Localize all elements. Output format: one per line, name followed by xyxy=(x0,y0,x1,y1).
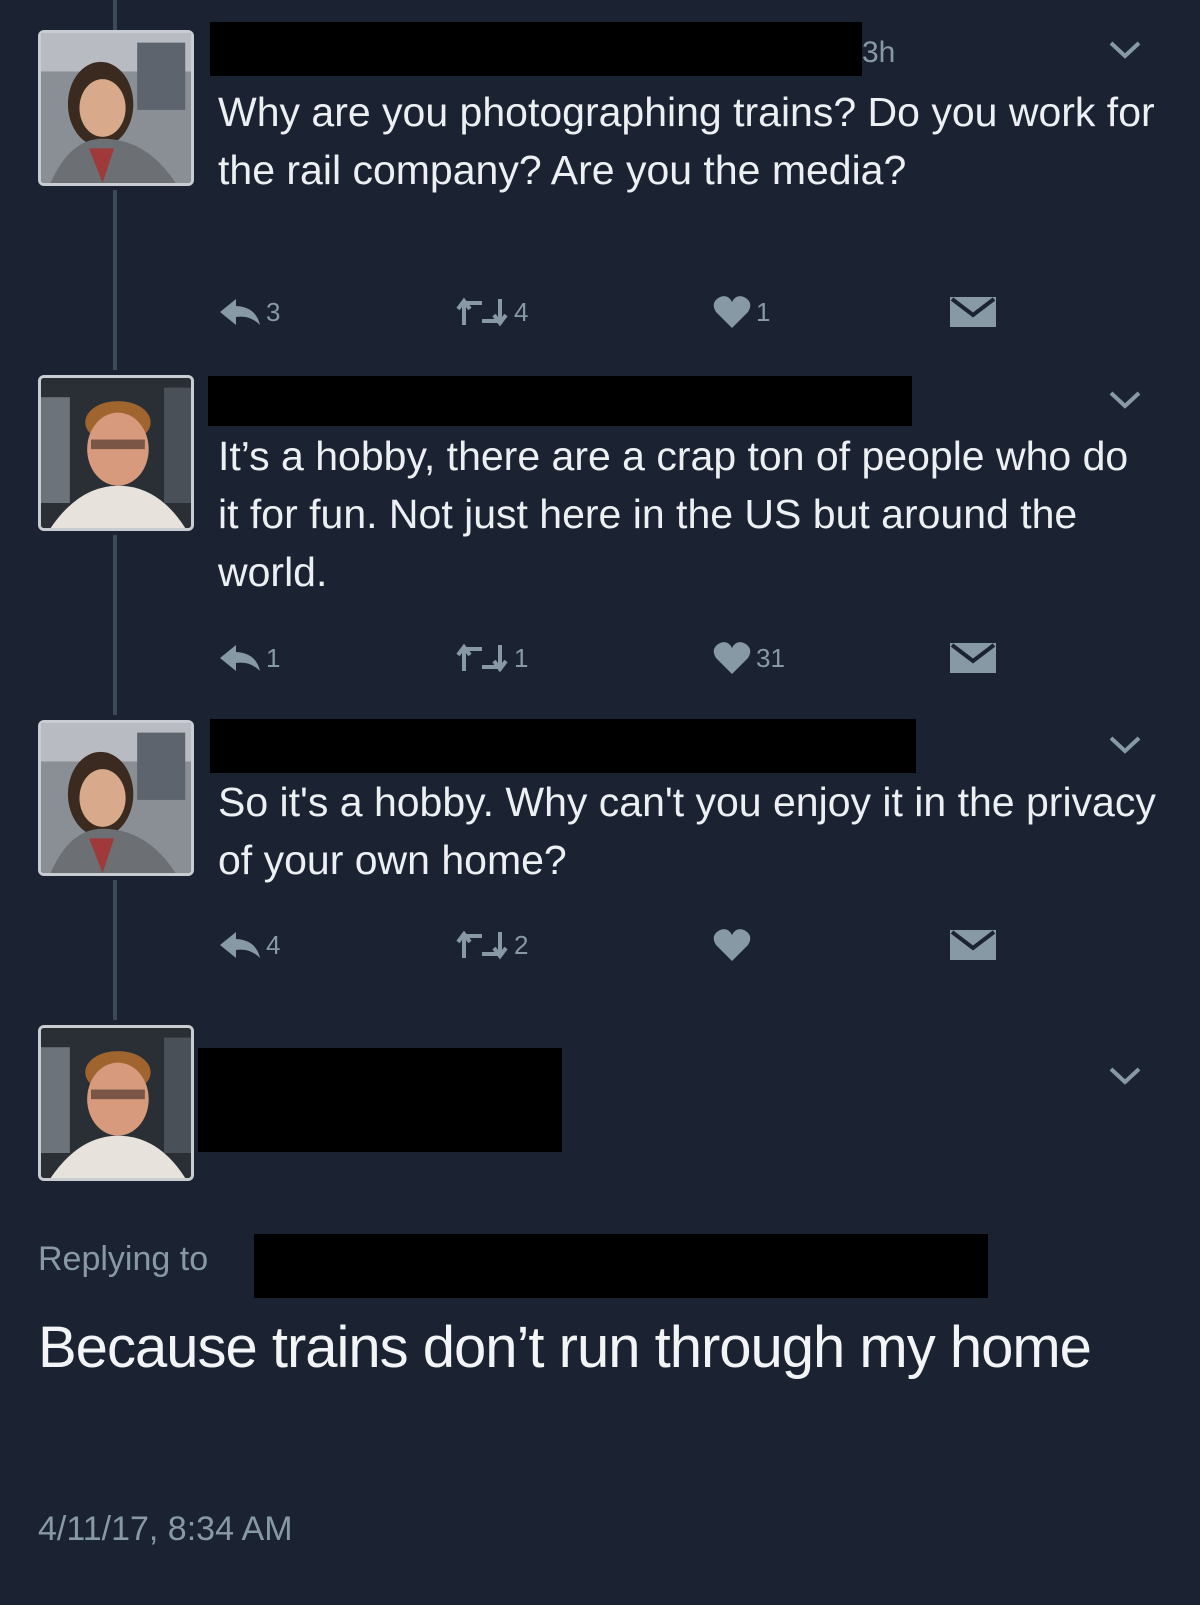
tweet-timestamp: 4/11/17, 8:34 AM xyxy=(38,1510,293,1548)
message-button[interactable] xyxy=(948,292,998,332)
reply-button[interactable]: 1 xyxy=(218,638,280,678)
message-icon xyxy=(950,930,996,960)
reply-button[interactable]: 4 xyxy=(218,925,280,965)
tweet[interactable]: 3h Why are you photographing trains? Do … xyxy=(0,0,1200,360)
tweet-text: So it's a hobby. Why can't you enjoy it … xyxy=(218,779,1156,883)
reply-icon xyxy=(220,645,260,671)
tweet-text: Why are you photographing trains? Do you… xyxy=(218,89,1155,193)
like-count: 31 xyxy=(756,642,785,673)
retweet-icon xyxy=(456,643,508,673)
reply-icon xyxy=(220,932,260,958)
redacted-username xyxy=(210,22,862,76)
message-button[interactable] xyxy=(948,638,998,678)
message-icon xyxy=(950,297,996,327)
chevron-down-icon[interactable] xyxy=(1108,1066,1142,1086)
tweet[interactable]: So it's a hobby. Why can't you enjoy it … xyxy=(0,715,1200,1015)
retweet-icon xyxy=(456,930,508,960)
chevron-down-icon[interactable] xyxy=(1108,735,1142,755)
reply-count: 1 xyxy=(266,642,281,673)
message-button[interactable] xyxy=(948,925,998,965)
user-avatar-image xyxy=(41,33,191,183)
retweet-button[interactable]: 4 xyxy=(454,292,528,332)
redacted-username xyxy=(210,719,916,773)
tweet[interactable]: It’s a hobby, there are a crap ton of pe… xyxy=(0,370,1200,710)
like-button[interactable] xyxy=(712,925,756,965)
avatar[interactable] xyxy=(38,375,194,531)
tweet-actions: 4 2 xyxy=(218,925,1018,965)
like-icon xyxy=(713,642,751,674)
like-button[interactable]: 1 xyxy=(712,292,770,332)
retweet-count: 1 xyxy=(514,642,529,673)
user-avatar-image xyxy=(41,378,191,528)
like-icon xyxy=(713,296,751,328)
like-count: 1 xyxy=(756,296,771,327)
retweet-count: 4 xyxy=(514,296,529,327)
redacted-username xyxy=(208,376,912,426)
reply-icon xyxy=(220,299,260,325)
retweet-button[interactable]: 1 xyxy=(454,638,528,678)
reply-count: 3 xyxy=(266,296,281,327)
redacted-reply-target[interactable] xyxy=(254,1234,988,1298)
reply-button[interactable]: 3 xyxy=(218,292,280,332)
chevron-down-icon[interactable] xyxy=(1108,40,1142,60)
retweet-count: 2 xyxy=(514,929,529,960)
tweet-text: It’s a hobby, there are a crap ton of pe… xyxy=(218,433,1129,595)
reply-count: 4 xyxy=(266,929,281,960)
like-icon xyxy=(713,929,751,961)
user-avatar-image xyxy=(41,1028,191,1178)
message-icon xyxy=(950,643,996,673)
avatar[interactable] xyxy=(38,720,194,876)
avatar[interactable] xyxy=(38,30,194,186)
tweet-actions: 1 1 31 xyxy=(218,638,1018,678)
chevron-down-icon[interactable] xyxy=(1108,390,1142,410)
replying-to-label: Replying to xyxy=(38,1240,209,1278)
user-avatar-image xyxy=(41,723,191,873)
tweet-actions: 3 4 1 xyxy=(218,292,1018,332)
retweet-button[interactable]: 2 xyxy=(454,925,528,965)
like-button[interactable]: 31 xyxy=(712,638,785,678)
tweet-time: 3h xyxy=(862,36,896,69)
avatar[interactable] xyxy=(38,1025,194,1181)
retweet-icon xyxy=(456,297,508,327)
redacted-username xyxy=(198,1048,562,1152)
focused-tweet-text: Because trains don’t run through my home xyxy=(38,1315,1092,1380)
